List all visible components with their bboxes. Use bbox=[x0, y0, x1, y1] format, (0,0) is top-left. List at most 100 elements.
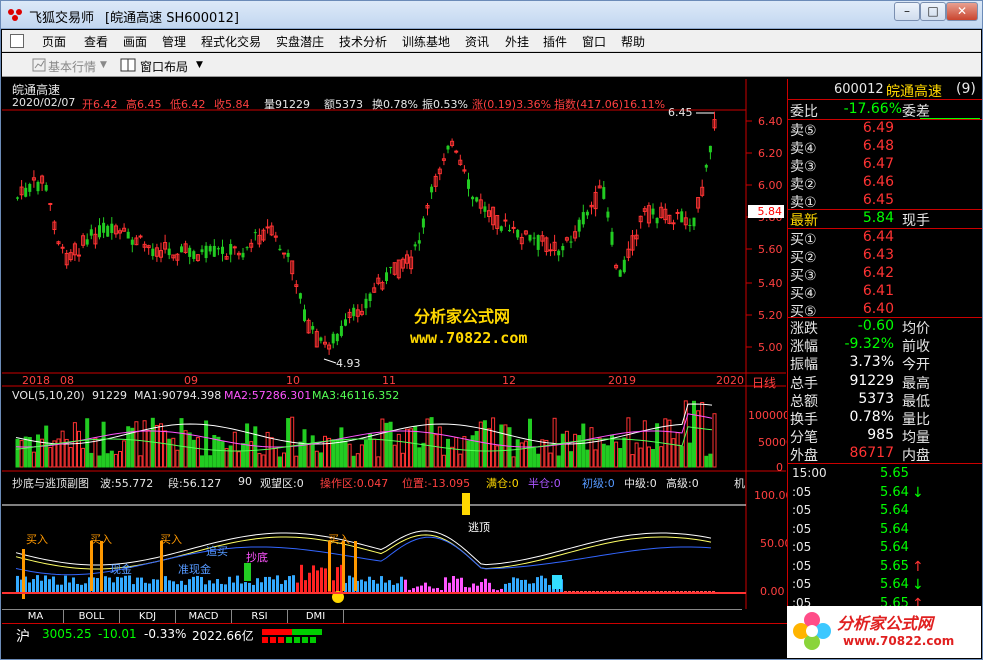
signal-jiami: 追买 bbox=[206, 545, 228, 558]
sell-level: 卖② 6.46 bbox=[788, 174, 982, 193]
basic-quote-button[interactable]: 基本行情 bbox=[48, 58, 96, 75]
volume-bar bbox=[462, 436, 467, 468]
candlestick-chart[interactable] bbox=[2, 79, 786, 623]
menu-item-train[interactable]: 训练基地 bbox=[402, 33, 450, 50]
volume-bar bbox=[700, 402, 705, 468]
candle-down bbox=[421, 218, 425, 228]
menu-item-plugin[interactable]: 插件 bbox=[543, 33, 567, 50]
tick-time: 15:00 bbox=[792, 466, 827, 480]
tab-ma[interactable]: MA bbox=[8, 610, 64, 624]
ind-bar bbox=[104, 576, 107, 593]
ind-bar bbox=[60, 584, 63, 593]
ind-bar bbox=[196, 575, 199, 593]
ind-bar bbox=[324, 568, 327, 593]
ind-bar bbox=[452, 576, 455, 593]
volume-bar bbox=[425, 418, 430, 468]
tab-kdj[interactable]: KDJ bbox=[120, 610, 176, 624]
info-low: 低6.42 bbox=[170, 98, 206, 111]
menu-item-news[interactable]: 资讯 bbox=[465, 33, 489, 50]
menu-item-program[interactable]: 程式化交易 bbox=[201, 33, 261, 50]
period-label[interactable]: 日线 bbox=[752, 374, 776, 391]
signal-near-cash: 准现金 bbox=[178, 563, 211, 576]
candle-down bbox=[475, 197, 479, 202]
menu-item-screen[interactable]: 画面 bbox=[123, 33, 147, 50]
volume-bar bbox=[142, 420, 147, 468]
volume-bar bbox=[146, 430, 151, 468]
app-menu-icon[interactable] bbox=[10, 34, 24, 48]
window-layout-button[interactable]: 窗口布局 bbox=[140, 58, 188, 75]
quote-last-row: 最新 5.84 现手 bbox=[790, 210, 930, 229]
ind-bar bbox=[544, 578, 547, 593]
ind-bar bbox=[548, 584, 551, 593]
high-price-label: 6.45 bbox=[668, 106, 693, 119]
volume-bar bbox=[405, 428, 409, 468]
menu-item-manage[interactable]: 管理 bbox=[162, 33, 186, 50]
stat-row-label2: 最高 bbox=[902, 375, 930, 392]
candle-down bbox=[532, 237, 536, 239]
candle-down bbox=[680, 211, 684, 223]
menu-item-tech[interactable]: 技术分析 bbox=[339, 33, 387, 50]
price-tick: 5.40 bbox=[758, 277, 783, 290]
ind-bar bbox=[448, 582, 451, 593]
ind-bar bbox=[172, 581, 175, 593]
ind-tail: 机 bbox=[734, 477, 745, 490]
ind-bar bbox=[220, 583, 223, 593]
watermark-url: www.70822.com bbox=[410, 329, 528, 347]
close-button[interactable]: ✕ bbox=[946, 2, 978, 21]
maximize-button[interactable]: □ bbox=[920, 2, 946, 21]
minimize-button[interactable]: – bbox=[894, 2, 920, 21]
ind-bar bbox=[120, 577, 123, 593]
candle-down bbox=[344, 319, 347, 326]
volume-bar bbox=[491, 417, 496, 468]
menu-item-help[interactable]: 帮助 bbox=[621, 33, 645, 50]
ind-bar bbox=[300, 564, 303, 593]
sell-level-label: 卖① bbox=[790, 195, 817, 211]
volume-bar bbox=[482, 420, 487, 468]
ind-bar bbox=[188, 579, 191, 593]
menu-item-external[interactable]: 外挂 bbox=[505, 33, 529, 50]
volume-bar bbox=[175, 449, 180, 468]
price-tick: 6.40 bbox=[758, 115, 783, 128]
candle-down bbox=[516, 229, 520, 238]
candle-up bbox=[675, 211, 680, 214]
volume-bar bbox=[679, 446, 684, 468]
candle-down bbox=[536, 235, 540, 250]
volume-bar bbox=[310, 435, 315, 468]
info-index: 指数(417.06)16.11% bbox=[554, 98, 666, 111]
title-bar[interactable]: 飞狐交易师 [皖通高速 SH600012] – □ ✕ bbox=[1, 1, 982, 29]
tab-boll[interactable]: BOLL bbox=[64, 610, 120, 624]
chevron-down-icon[interactable]: ▼ bbox=[100, 60, 107, 70]
tick-price: 5.64 bbox=[880, 521, 909, 537]
volume-bar bbox=[93, 437, 98, 468]
volume-bar bbox=[359, 444, 364, 468]
menu-item-view[interactable]: 查看 bbox=[84, 33, 108, 50]
ind-bar bbox=[72, 577, 75, 593]
tab-dmi[interactable]: DMI bbox=[288, 610, 344, 624]
candle-up bbox=[511, 226, 516, 229]
volume-bar bbox=[610, 434, 614, 468]
buy-level: 买① 6.44 bbox=[788, 229, 982, 248]
sell-level: 卖⑤ 6.49 bbox=[788, 120, 982, 139]
signal-buy: 买入 bbox=[160, 533, 182, 546]
ind-tick: 0.00 bbox=[760, 585, 785, 598]
tab-rsi[interactable]: RSI bbox=[232, 610, 288, 624]
tab-macd[interactable]: MACD bbox=[176, 610, 232, 624]
index-change: -10.01 bbox=[98, 627, 137, 641]
menu-item-window[interactable]: 窗口 bbox=[582, 33, 606, 50]
volume-bar bbox=[564, 430, 569, 468]
price-tick: 6.00 bbox=[758, 179, 783, 192]
tick-row: :05 5.64 bbox=[788, 540, 982, 558]
info-change: 涨(0.19)3.36% bbox=[472, 98, 552, 111]
menu-item-live[interactable]: 实盘潜庄 bbox=[276, 33, 324, 50]
candle-down bbox=[528, 234, 532, 241]
stat-row-label2: 均价 bbox=[902, 321, 930, 337]
ind-bar bbox=[308, 572, 311, 593]
ind-bar bbox=[392, 584, 395, 593]
candle-down bbox=[212, 245, 216, 257]
volume-bar bbox=[228, 445, 233, 468]
chevron-down-icon[interactable]: ▼ bbox=[196, 60, 203, 70]
menu-item-page[interactable]: 页面 bbox=[42, 33, 66, 50]
chart-area[interactable]: 皖通高速 2020/02/07 开6.42 高6.45 低6.42 收5.84 … bbox=[2, 79, 793, 624]
price-tick: 5.60 bbox=[758, 243, 783, 256]
sell-level: 卖③ 6.47 bbox=[788, 156, 982, 175]
